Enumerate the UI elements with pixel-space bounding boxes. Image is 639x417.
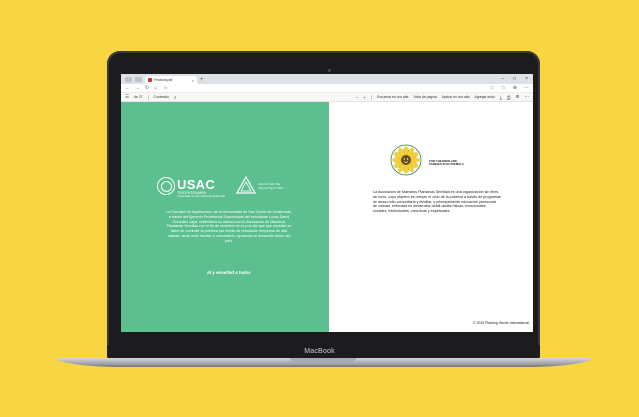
zoom-out-button[interactable]: − <box>356 95 359 100</box>
left-page-tagline: Id y enseñad a todos <box>207 270 251 275</box>
read-aloud-button[interactable]: Escuchar en voz alta <box>377 95 408 99</box>
new-tab-button[interactable]: + <box>197 77 207 84</box>
tab-pdf[interactable]: Festival.pdf × <box>145 76 197 84</box>
contents-button[interactable]: Contenido <box>154 95 169 99</box>
menu-icon[interactable]: ⋯ <box>524 85 529 91</box>
more-icon[interactable]: ⋯ <box>525 94 530 100</box>
pdf-toolbar: ☰ de 27 Contenido ⌕ − + Escuchar en voz … <box>121 93 533 102</box>
sunflower-logo-caption: FOR CHILDREN AND FAMILIES IN GUATEMALA <box>429 159 464 167</box>
tab-close-icon[interactable]: × <box>192 78 194 83</box>
device-label: MacBook <box>304 348 335 355</box>
sunflower-logo-icon <box>390 144 422 176</box>
pdf-toolbar-right: − + Escuchar en voz alta Vista de página… <box>356 94 529 100</box>
browser-titlebar: Festival.pdf × + – □ × <box>121 74 533 84</box>
close-window-button[interactable]: × <box>525 76 528 82</box>
minimize-button[interactable]: – <box>501 76 504 82</box>
page-indicator[interactable]: de 27 <box>134 95 143 99</box>
pdf-icon <box>148 78 152 82</box>
favorite-icon[interactable]: ☆ <box>490 85 494 91</box>
print-icon[interactable]: ⎙ <box>507 95 511 100</box>
right-page-paragraph: La Asociación de Maestros Plantando Semi… <box>373 190 501 214</box>
toolbar-divider <box>147 94 149 100</box>
url-field[interactable]: ⊙ <box>164 86 167 90</box>
contents-list-icon[interactable]: ☰ <box>125 94 129 100</box>
collections-icon[interactable]: ☆ <box>501 85 505 91</box>
laptop-screen: Festival.pdf × + – □ × ← → ↻ ⌂ ⊙ ☆ ☆ ⊕ ⋯… <box>121 74 533 332</box>
left-page-paragraph: La Facultad de Arquitectura, de la Unive… <box>166 210 292 243</box>
text-options-button[interactable]: Aplicar en voz alta <box>442 95 470 99</box>
copyright-notice: © 2020 Planting Seeds International <box>472 321 529 325</box>
laptop-opening-notch <box>290 358 356 362</box>
refresh-icon[interactable]: ↻ <box>145 85 149 91</box>
page-view-button[interactable]: Vista de página <box>413 95 436 99</box>
address-actions: ☆ ☆ ⊕ ⋯ <box>490 85 529 91</box>
toolbar-divider <box>370 94 372 100</box>
tab-title: Festival.pdf <box>154 78 173 82</box>
webcam <box>328 69 331 72</box>
forward-icon[interactable]: → <box>135 85 140 91</box>
home-icon[interactable]: ⌂ <box>154 85 157 91</box>
zoom-in-button[interactable]: + <box>363 95 366 100</box>
window-tab-actions <box>121 77 145 84</box>
architecture-triangle-icon <box>236 175 256 194</box>
workspaces-icon[interactable] <box>125 77 132 82</box>
address-bar: ← → ↻ ⌂ ⊙ ☆ ☆ ⊕ ⋯ <box>121 84 533 93</box>
pdf-page-right: FOR CHILDREN AND FAMILIES IN GUATEMALA L… <box>329 102 533 332</box>
back-icon[interactable]: ← <box>125 85 130 91</box>
window-controls: – □ × <box>501 74 533 84</box>
architecture-faculty-logo: FACULTAD DE ARQUITECTURA <box>236 174 296 198</box>
maximize-button[interactable]: □ <box>513 76 516 82</box>
search-icon[interactable]: ⌕ <box>174 95 177 100</box>
architecture-faculty-name: FACULTAD DE ARQUITECTURA <box>258 182 284 190</box>
usac-wordmark: USAC <box>177 177 216 192</box>
add-text-button[interactable]: Agregar texto <box>474 95 494 99</box>
settings-icon[interactable]: ⚙ <box>515 94 519 100</box>
usac-seal-icon <box>157 177 175 195</box>
download-icon[interactable]: ⤓ <box>500 95 502 100</box>
pdf-page-left: USAC TRICENTENARIA Universidad de San Ca… <box>121 102 329 332</box>
usac-logo: USAC TRICENTENARIA Universidad de San Ca… <box>157 175 225 199</box>
profile-icon[interactable]: ⊕ <box>513 85 517 91</box>
usac-subtitle-small: Universidad de San Carlos de Guatemala <box>177 195 225 198</box>
tab-actions-icon[interactable] <box>135 77 142 82</box>
